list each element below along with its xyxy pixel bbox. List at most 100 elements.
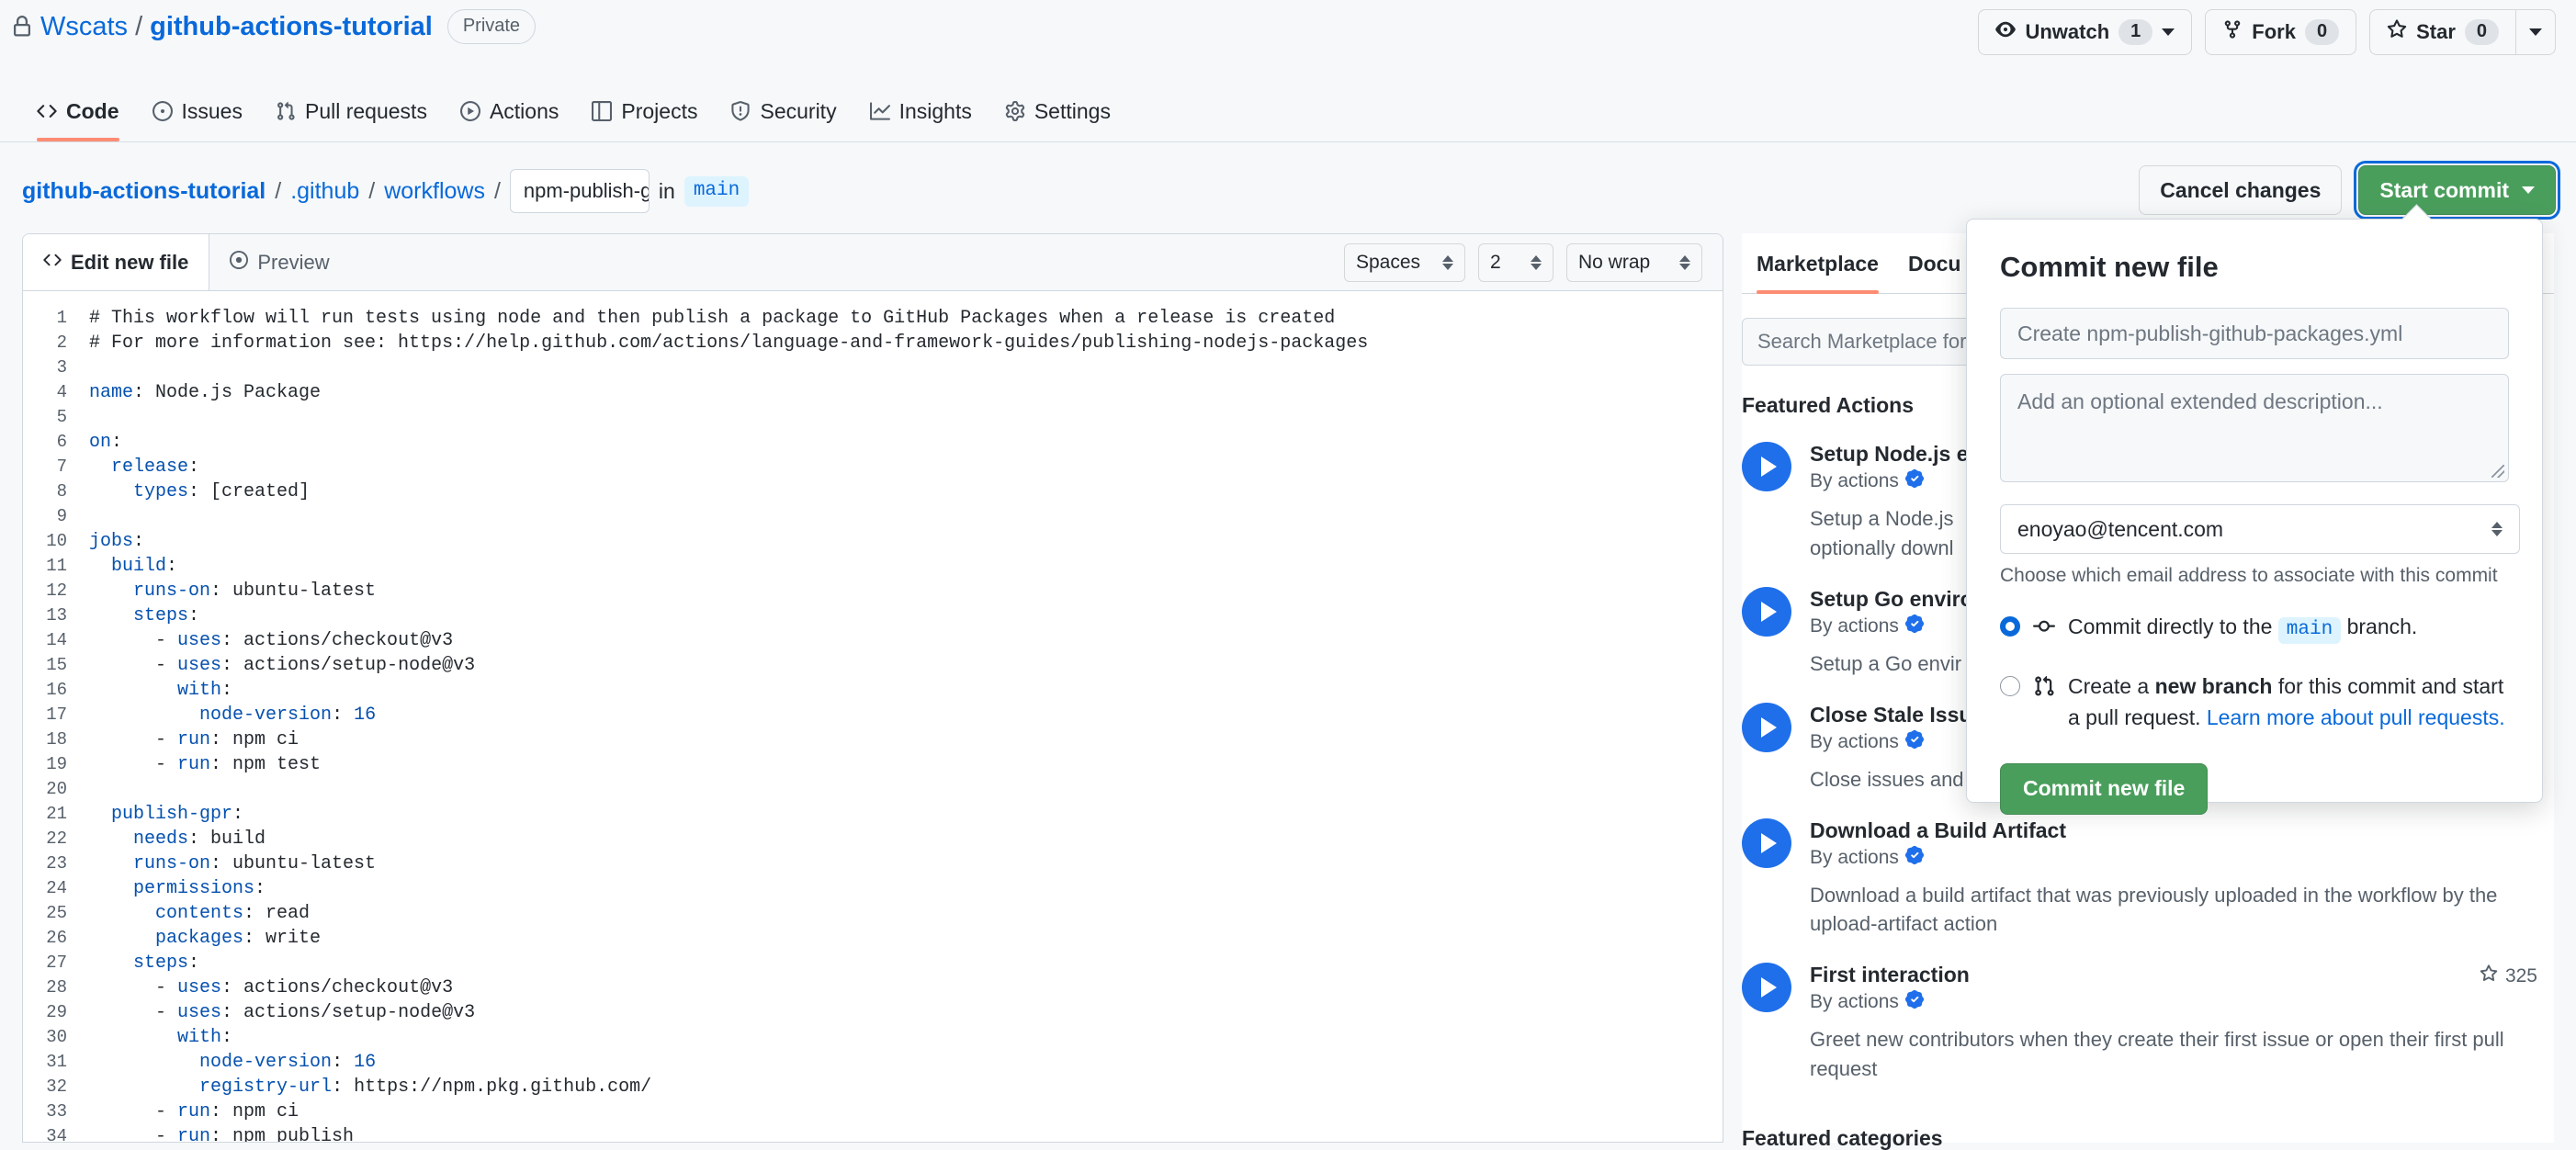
tab-edit-new-file[interactable]: Edit new file — [23, 234, 210, 290]
commit-option-new-branch[interactable]: Create a new branch for this commit and … — [2000, 671, 2509, 734]
breadcrumb-repo-link[interactable]: github-actions-tutorial — [22, 178, 266, 205]
fork-label: Fork — [2252, 20, 2296, 43]
line-content: - uses: actions/setup-node@v3 — [89, 655, 476, 676]
tab-preview-label: Preview — [257, 250, 330, 274]
tab-settings[interactable]: Settings — [989, 81, 1127, 141]
code-line: 34 - run: npm publish — [23, 1124, 1723, 1143]
line-number: 28 — [46, 977, 67, 998]
verified-badge-icon — [1904, 614, 1924, 638]
breadcrumb-dir-workflows[interactable]: workflows — [384, 178, 485, 205]
repo-actions-group: Unwatch 1 Fork 0 Star 0 — [1978, 9, 2556, 55]
tab-actions[interactable]: Actions — [444, 81, 575, 141]
repo-name-link[interactable]: github-actions-tutorial — [150, 13, 433, 40]
radio-commit-new-branch[interactable] — [2000, 675, 2020, 696]
radio-commit-direct[interactable] — [2000, 616, 2020, 637]
line-number: 18 — [46, 729, 67, 750]
commit-email-select[interactable]: enoyao@tencent.com — [2000, 504, 2520, 554]
commit-description-input[interactable]: Add an optional extended description... — [2000, 374, 2509, 482]
commit-email-hint: Choose which email address to associate … — [2000, 565, 2498, 586]
tab-projects[interactable]: Projects — [575, 81, 714, 141]
breadcrumb-dir-github[interactable]: .github — [290, 178, 359, 205]
line-content: jobs: — [89, 531, 145, 552]
tab-insights[interactable]: Insights — [853, 81, 989, 141]
code-line: 19 - run: npm test — [23, 752, 1723, 777]
branch-chip: main — [684, 175, 750, 207]
fork-button[interactable]: Fork 0 — [2205, 9, 2357, 55]
tab-preview[interactable]: Preview — [209, 234, 349, 290]
star-button-group: Star 0 — [2369, 9, 2556, 55]
unwatch-button[interactable]: Unwatch 1 — [1978, 9, 2193, 55]
fork-icon — [2222, 19, 2243, 45]
line-number: 34 — [46, 1126, 67, 1143]
commit-branch-pre: Create a — [2068, 673, 2150, 698]
marketplace-action-item[interactable]: First interaction By actions Greet new con… — [1742, 963, 2554, 1084]
line-content: runs-on: ubuntu-latest — [133, 853, 377, 874]
breadcrumb-sep-3: / — [493, 177, 501, 204]
tab-issues-label: Issues — [181, 98, 243, 123]
commit-option-direct-text: Commit directly to the main branch. — [2068, 611, 2417, 645]
tab-documentation[interactable]: Docu — [1893, 252, 1976, 293]
resize-grip-icon[interactable] — [2491, 465, 2504, 478]
star-dropdown-button[interactable] — [2515, 9, 2556, 55]
cancel-changes-button[interactable]: Cancel changes — [2139, 165, 2343, 215]
filename-input[interactable]: npm-publish-github-pa — [509, 169, 650, 213]
code-line: 30 with: — [23, 1025, 1723, 1050]
tab-projects-label: Projects — [621, 98, 698, 123]
commit-new-file-button[interactable]: Commit new file — [2000, 762, 2209, 815]
breadcrumb-sep-1: / — [275, 177, 282, 204]
line-number: 1 — [56, 308, 67, 328]
learn-more-pull-requests-link[interactable]: Learn more about pull requests. — [2207, 705, 2505, 729]
tab-settings-label: Settings — [1034, 98, 1111, 123]
code-icon — [37, 101, 57, 121]
action-author: By actions — [1810, 845, 2554, 870]
wrap-mode-select[interactable]: No wrap — [1566, 242, 1702, 282]
code-editor-textarea[interactable]: 1 # This workflow will run tests using no… — [23, 291, 1723, 1143]
indent-mode-select[interactable]: Spaces — [1344, 242, 1465, 282]
line-content: - uses: actions/checkout@v3 — [89, 977, 454, 998]
action-author-label: By actions — [1810, 614, 1899, 637]
line-content: # For more information see: https://help… — [89, 333, 1369, 354]
tab-actions-label: Actions — [489, 98, 559, 123]
code-line: 31 node-version: 16 — [23, 1050, 1723, 1075]
code-line: 26 packages: write — [23, 926, 1723, 951]
action-body: First interaction By actions Greet new con… — [1810, 963, 2554, 1084]
tab-code[interactable]: Code — [20, 81, 136, 141]
commit-direct-pre: Commit directly to the — [2068, 614, 2273, 638]
line-number: 13 — [46, 605, 67, 626]
start-commit-button[interactable]: Start commit — [2354, 161, 2560, 220]
tab-marketplace[interactable]: Marketplace — [1742, 252, 1893, 294]
unwatch-label: Unwatch — [2025, 20, 2110, 43]
action-author-label: By actions — [1810, 991, 1899, 1013]
indent-size-select[interactable]: 2 — [1478, 242, 1554, 282]
commit-option-direct[interactable]: Commit directly to the main branch. — [2000, 611, 2509, 647]
line-number: 10 — [46, 531, 67, 551]
wrap-mode-value: No wrap — [1578, 251, 1651, 273]
action-description: Download a build artifact that was previ… — [1810, 883, 2498, 936]
shield-icon — [730, 101, 751, 121]
tab-security-label: Security — [760, 98, 837, 123]
eye-preview-icon — [230, 250, 249, 275]
code-line: 32 registry-url: https://npm.pkg.github.… — [23, 1075, 1723, 1099]
code-line: 17 node-version: 16 — [23, 703, 1723, 727]
action-play-icon — [1742, 702, 1791, 752]
repo-owner-link[interactable]: Wscats — [40, 13, 128, 40]
code-line: 33 - run: npm ci — [23, 1099, 1723, 1124]
editor-toolbar: Edit new file Preview Spaces 2 No wrap — [23, 234, 1723, 291]
tab-pull-requests[interactable]: Pull requests — [259, 81, 444, 141]
line-content: - uses: actions/checkout@v3 — [89, 630, 454, 651]
commit-message-input[interactable]: Create npm-publish-github-packages.yml — [2000, 308, 2509, 359]
line-number: 27 — [46, 953, 67, 973]
tab-issues[interactable]: Issues — [136, 81, 259, 141]
tab-security[interactable]: Security — [714, 81, 853, 141]
star-button[interactable]: Star 0 — [2369, 9, 2515, 55]
line-content: steps: — [133, 953, 200, 974]
visibility-badge: Private — [446, 9, 537, 44]
commit-description-placeholder: Add an optional extended description... — [2017, 389, 2383, 413]
line-content: permissions: — [133, 878, 266, 899]
line-number: 17 — [46, 705, 67, 725]
line-number: 9 — [56, 506, 67, 526]
line-number: 5 — [56, 407, 67, 427]
action-title: Download a Build Artifact — [1810, 817, 2066, 842]
code-line: 13 steps: — [23, 603, 1723, 628]
marketplace-action-item[interactable]: Download a Build Artifact By actions Downl… — [1742, 817, 2554, 940]
